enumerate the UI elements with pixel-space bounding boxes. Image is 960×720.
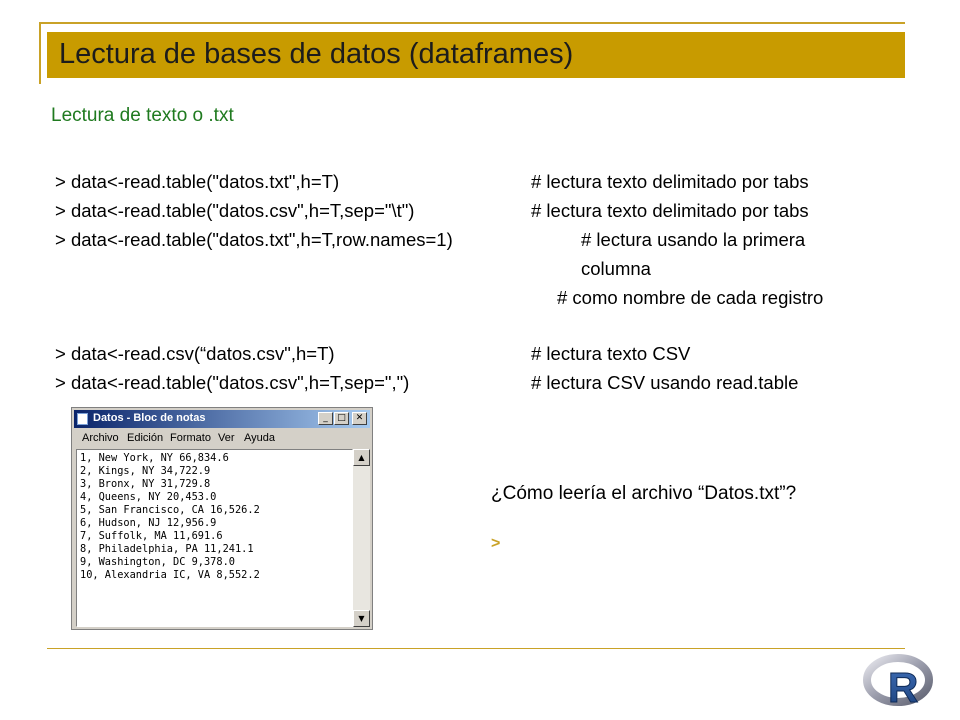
notepad-icon [77,413,88,425]
scroll-up-icon[interactable]: ▲ [353,449,370,466]
r-logo-letter: R [888,664,918,711]
list-item: 2, Kings, NY 34,722.9 [80,465,211,477]
code-comment: # lectura texto CSV [531,343,691,364]
menu-ayuda[interactable]: Ayuda [244,432,275,444]
notepad-window: Datos - Bloc de notas _ □ ✕ Archivo Edic… [71,407,373,630]
code-comment: # lectura texto delimitado por tabs [531,200,809,221]
question-text: ¿Cómo leería el archivo “Datos.txt”? [491,483,797,504]
close-button[interactable]: ✕ [352,412,367,425]
list-item: 4, Queens, NY 20,453.0 [80,491,217,503]
code-line: > data<-read.table("datos.txt",h=T,row.n… [55,229,453,250]
top-rule [39,22,905,24]
left-rule [39,22,41,84]
code-comment: # como nombre de cada registro [557,287,824,308]
code-line: > data<-read.table("datos.csv",h=T,sep="… [55,372,410,393]
list-item: 5, San Francisco, CA 16,526.2 [80,504,260,516]
notepad-titlebar: Datos - Bloc de notas _ □ ✕ [74,410,370,428]
title-bar: Lectura de bases de datos (dataframes) [47,32,905,78]
notepad-menubar: Archivo Edición Formato Ver Ayuda [74,430,370,448]
code-line: > data<-read.csv(“datos.csv",h=T) [55,343,335,364]
menu-edicion[interactable]: Edición [127,432,163,444]
slide-subtitle: Lectura de texto o .txt [51,105,234,126]
minimize-button[interactable]: _ [318,412,333,425]
code-comment: columna [581,258,651,279]
list-item: 7, Suffolk, MA 11,691.6 [80,530,223,542]
code-comment: # lectura usando la primera [581,229,806,250]
list-item: 9, Washington, DC 9,378.0 [80,556,235,568]
r-logo-icon: R [863,654,933,712]
maximize-button[interactable]: □ [334,412,349,425]
menu-archivo[interactable]: Archivo [82,432,119,444]
notepad-text-area[interactable]: 1, New York, NY 66,834.6 2, Kings, NY 34… [76,449,353,627]
scroll-down-icon[interactable]: ▼ [353,610,370,627]
vertical-scrollbar[interactable]: ▲ ▼ [353,449,370,627]
menu-formato[interactable]: Formato [170,432,211,444]
list-item: 6, Hudson, NJ 12,956.9 [80,517,217,529]
slide-title: Lectura de bases de datos (dataframes) [59,38,574,70]
notepad-title: Datos - Bloc de notas [93,412,206,424]
list-item: 1, New York, NY 66,834.6 [80,452,229,464]
code-comment: # lectura CSV usando read.table [531,372,799,393]
list-item: 3, Bronx, NY 31,729.8 [80,478,211,490]
list-item: 8, Philadelphia, PA 11,241.1 [80,543,254,555]
code-line: > data<-read.table("datos.txt",h=T) [55,171,340,192]
code-line: > data<-read.table("datos.csv",h=T,sep="… [55,200,415,221]
menu-ver[interactable]: Ver [218,432,235,444]
code-comment: # lectura texto delimitado por tabs [531,171,809,192]
bottom-rule [47,648,905,649]
console-prompt: > [491,535,501,552]
list-item: 10, Alexandria IC, VA 8,552.2 [80,569,260,581]
